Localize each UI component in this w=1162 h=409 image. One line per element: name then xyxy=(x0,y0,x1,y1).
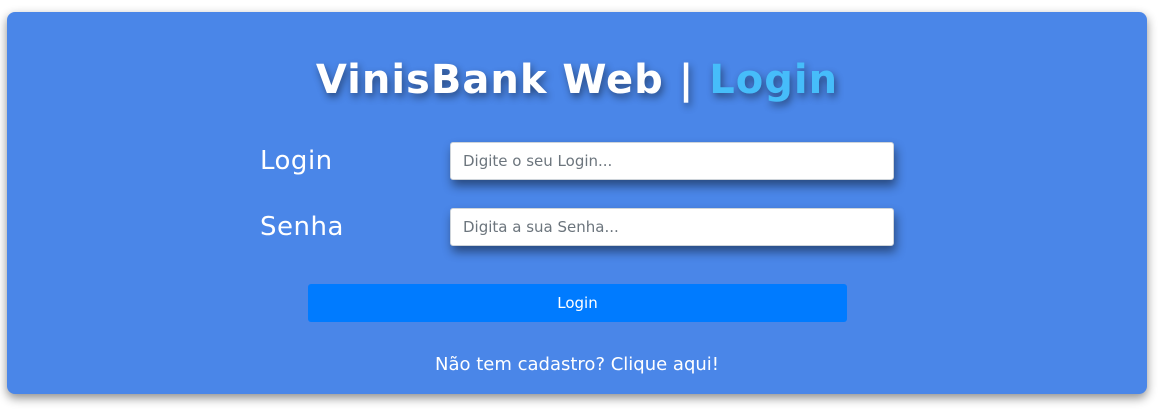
page-title-main: VinisBank Web | xyxy=(315,57,710,103)
password-label: Senha xyxy=(260,212,344,242)
login-label: Login xyxy=(260,146,333,176)
password-input[interactable] xyxy=(450,208,894,246)
page-title: VinisBank Web | Login xyxy=(7,56,1147,104)
login-input[interactable] xyxy=(450,142,894,180)
login-button[interactable]: Login xyxy=(308,284,847,322)
register-link[interactable]: Não tem cadastro? Clique aqui! xyxy=(7,354,1147,375)
page-title-accent: Login xyxy=(709,57,839,103)
login-card: VinisBank Web | Login Login Senha Login … xyxy=(7,12,1147,394)
